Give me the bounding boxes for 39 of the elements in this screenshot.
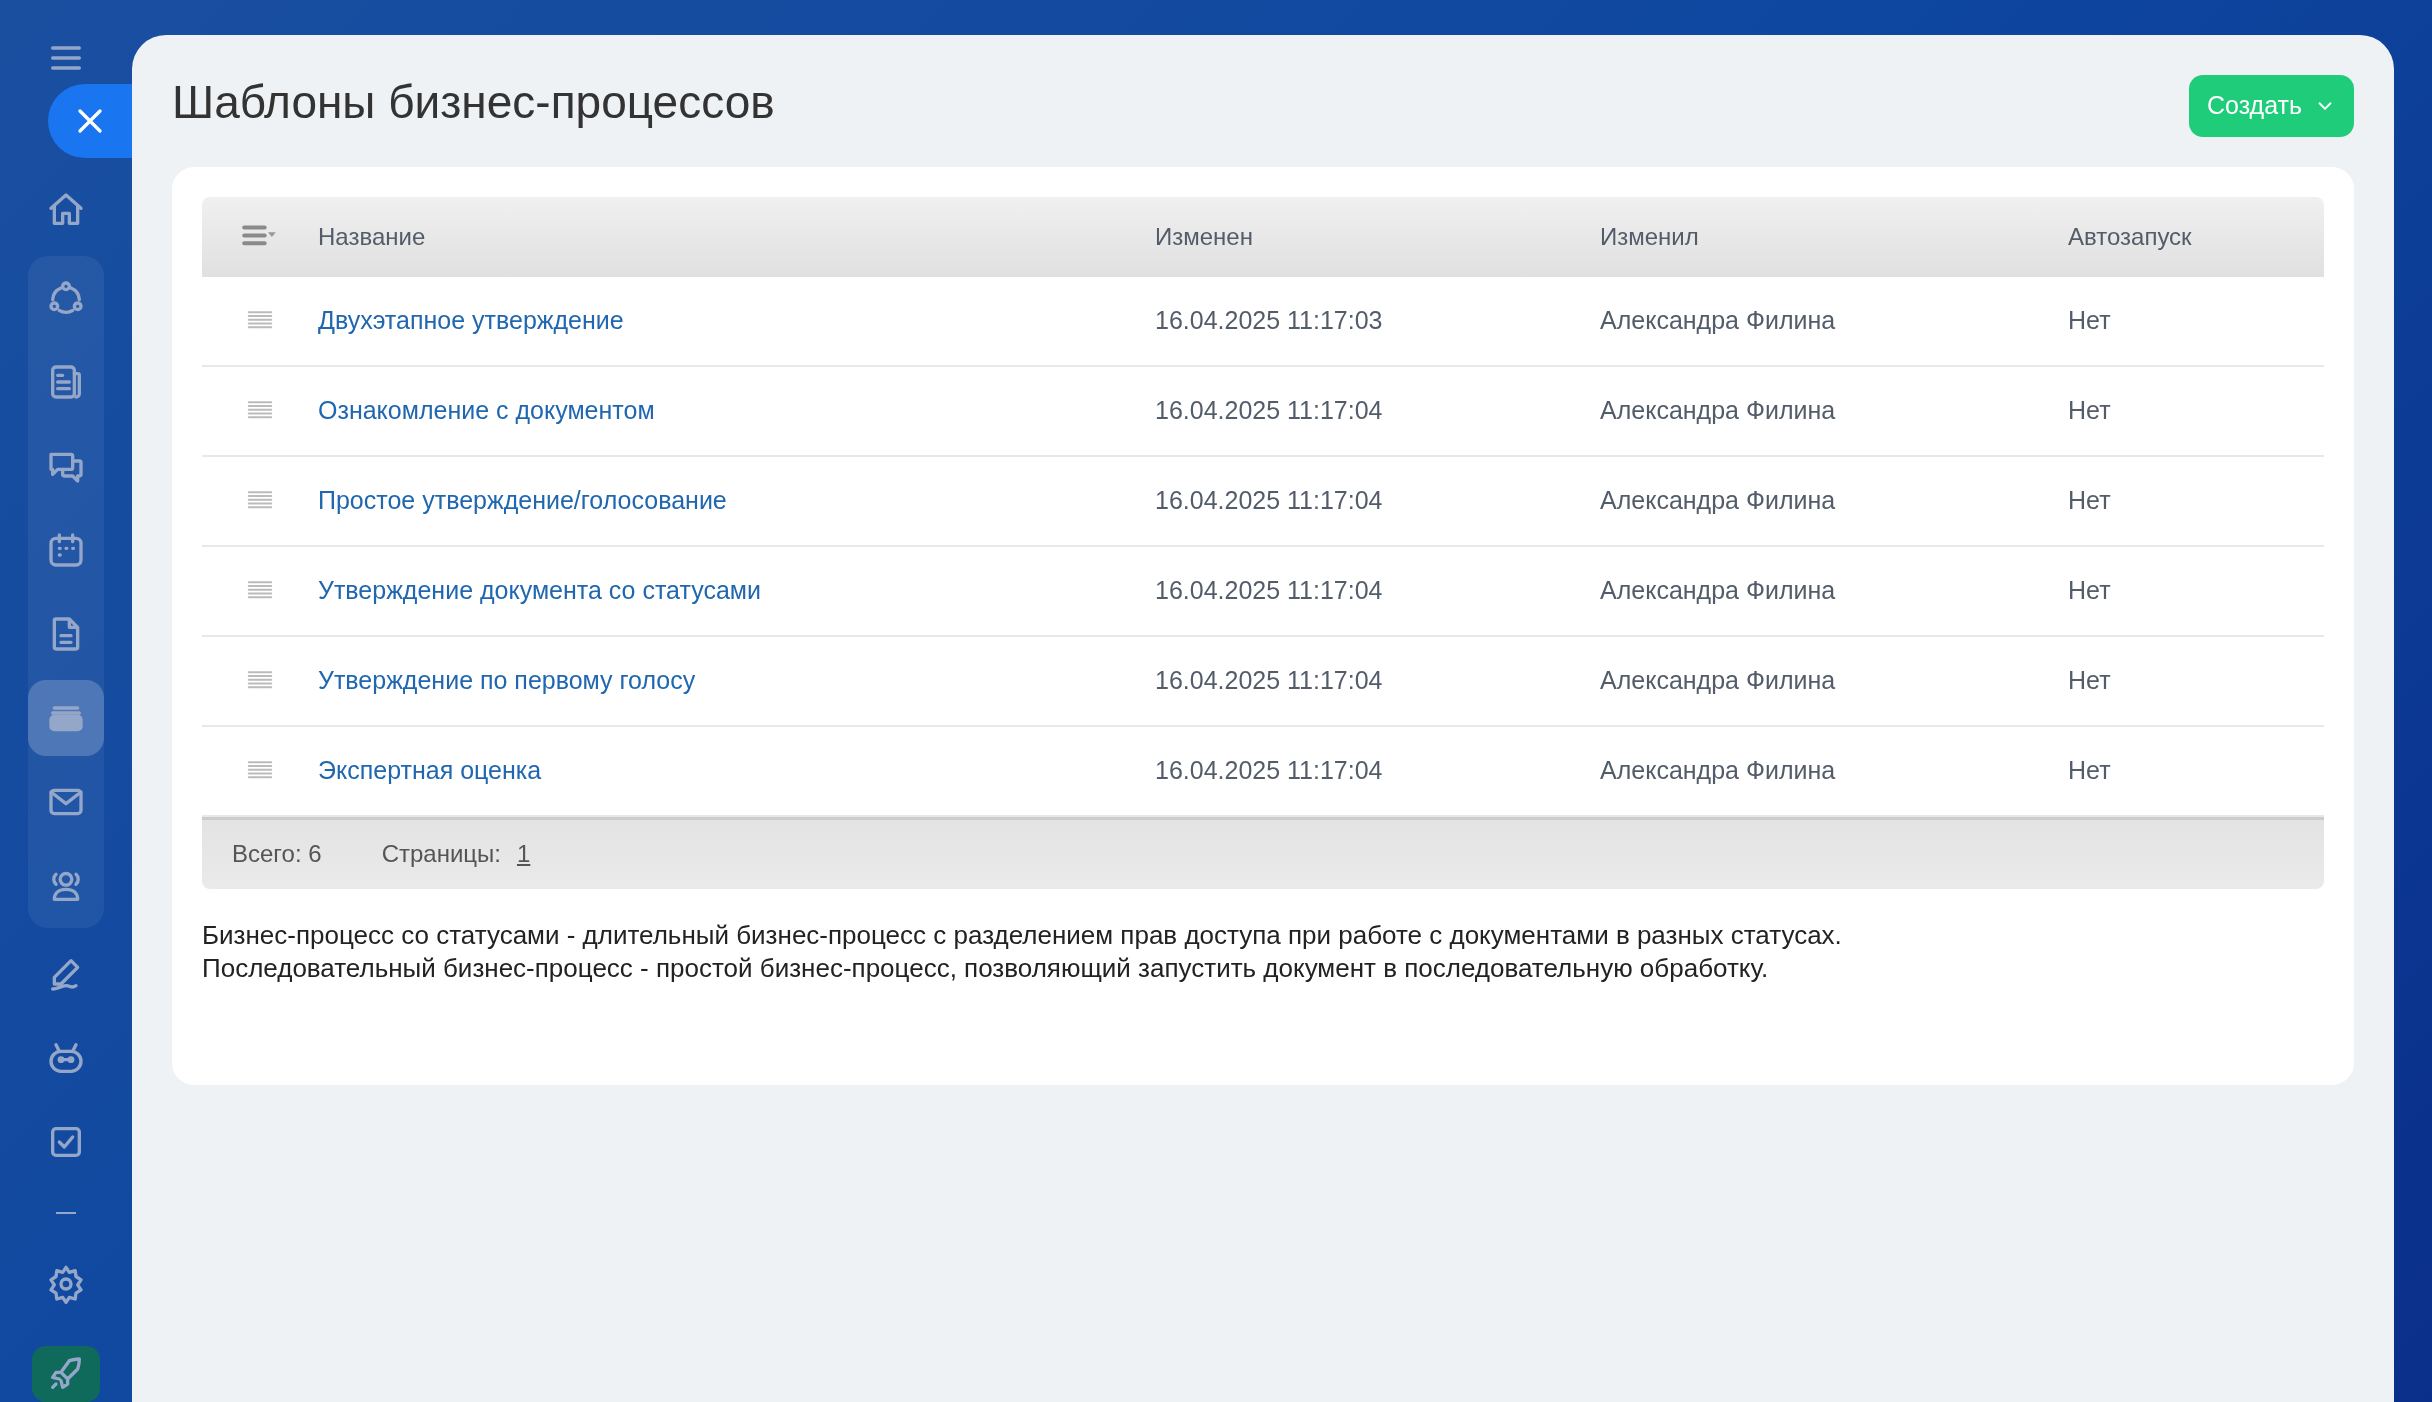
autorun-cell: Нет (2068, 755, 2111, 784)
author-cell: Александра Филина (1600, 485, 1836, 514)
template-link[interactable]: Утверждение документа со статусами (318, 575, 761, 604)
column-header: Изменил (1600, 221, 1700, 252)
pages-label: Страницы: (381, 839, 501, 869)
author-cell: Александра Филина (1600, 665, 1836, 694)
column-header: Изменен (1155, 221, 1254, 252)
template-link[interactable]: Двухэтапное утверждение (318, 305, 624, 334)
note-text: Последовательный бизнес-процесс - простой бизнес-процесс, позволяющий запустить документ в последовательную обработку. (202, 951, 1770, 985)
autorun-cell: Нет (2068, 305, 2111, 334)
template-link[interactable]: Утверждение по первому голосу (318, 665, 696, 694)
autorun-cell: Нет (2068, 395, 2111, 424)
note-text: Бизнес-процесс со статусами - длительный бизнес-процесс с разделением прав доступа при работе с документами в разных статусах. (202, 918, 1843, 952)
autorun-cell: Нет (2068, 485, 2111, 514)
date-cell: 16.04.2025 11:17:04 (1155, 755, 1383, 784)
column-header: Автозапуск (2068, 221, 2193, 252)
page-title: Шаблоны бизнес-процессов (172, 75, 775, 130)
date-cell: 16.04.2025 11:17:04 (1155, 395, 1383, 424)
calendar-icon (46, 530, 86, 570)
author-cell: Александра Филина (1600, 755, 1836, 784)
author-cell: Александра Филина (1600, 395, 1836, 424)
autorun-cell: Нет (2068, 665, 2111, 694)
date-cell: 16.04.2025 11:17:03 (1155, 305, 1383, 334)
page-link[interactable]: 1 (516, 836, 531, 872)
template-link[interactable]: Экспертная оценка (318, 755, 542, 784)
autorun-cell: Нет (2068, 575, 2111, 604)
close-button[interactable] (48, 84, 132, 158)
author-cell: Александра Филина (1600, 305, 1836, 334)
template-link[interactable]: Ознакомление с документом (318, 395, 655, 424)
date-cell: 16.04.2025 11:17:04 (1155, 665, 1383, 694)
sidebar-item[interactable] (28, 680, 104, 756)
date-cell: 16.04.2025 11:17:04 (1155, 485, 1383, 514)
template-link[interactable]: Простое утверждение/голосование (318, 485, 727, 514)
author-cell: Александра Филина (1600, 575, 1836, 604)
date-cell: 16.04.2025 11:17:04 (1155, 575, 1383, 604)
rocket-button[interactable] (32, 1346, 100, 1402)
column-header: Название (318, 221, 427, 252)
total-count: Всего: 6 (232, 839, 322, 869)
settings-icon (46, 1264, 86, 1304)
